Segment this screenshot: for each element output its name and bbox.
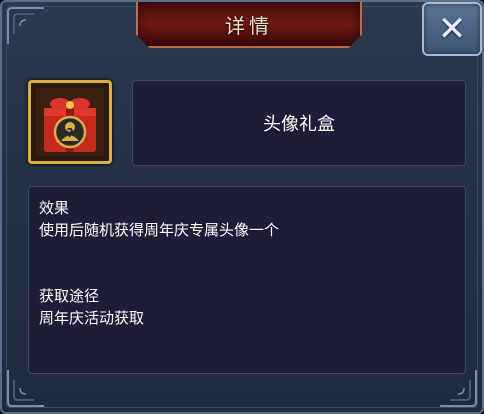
source-text: 周年庆活动获取 <box>39 309 145 327</box>
detail-dialog: 详情 ✕ ? 头像礼盒 效果 使用后随机获得周年庆专属头像一个 获取途径 周年庆… <box>0 0 484 414</box>
effect-heading: 效果 <box>39 199 70 217</box>
item-name-panel: 头像礼盒 <box>132 80 466 166</box>
description-panel: 效果 使用后随机获得周年庆专属头像一个 获取途径 周年庆活动获取 <box>28 186 466 374</box>
effect-text: 使用后随机获得周年庆专属头像一个 <box>39 221 280 239</box>
avatar-gift-box-icon: ? <box>36 88 104 156</box>
source-heading: 获取途径 <box>39 287 100 305</box>
title-plaque: 详情 <box>136 2 362 48</box>
dialog-title: 详情 <box>225 13 273 38</box>
svg-text:?: ? <box>67 126 74 140</box>
item-icon-slot[interactable]: ? <box>28 80 112 164</box>
close-button[interactable]: ✕ <box>422 2 482 56</box>
item-name: 头像礼盒 <box>263 114 335 135</box>
corner-ornament <box>4 4 50 50</box>
close-icon: ✕ <box>437 9 467 49</box>
